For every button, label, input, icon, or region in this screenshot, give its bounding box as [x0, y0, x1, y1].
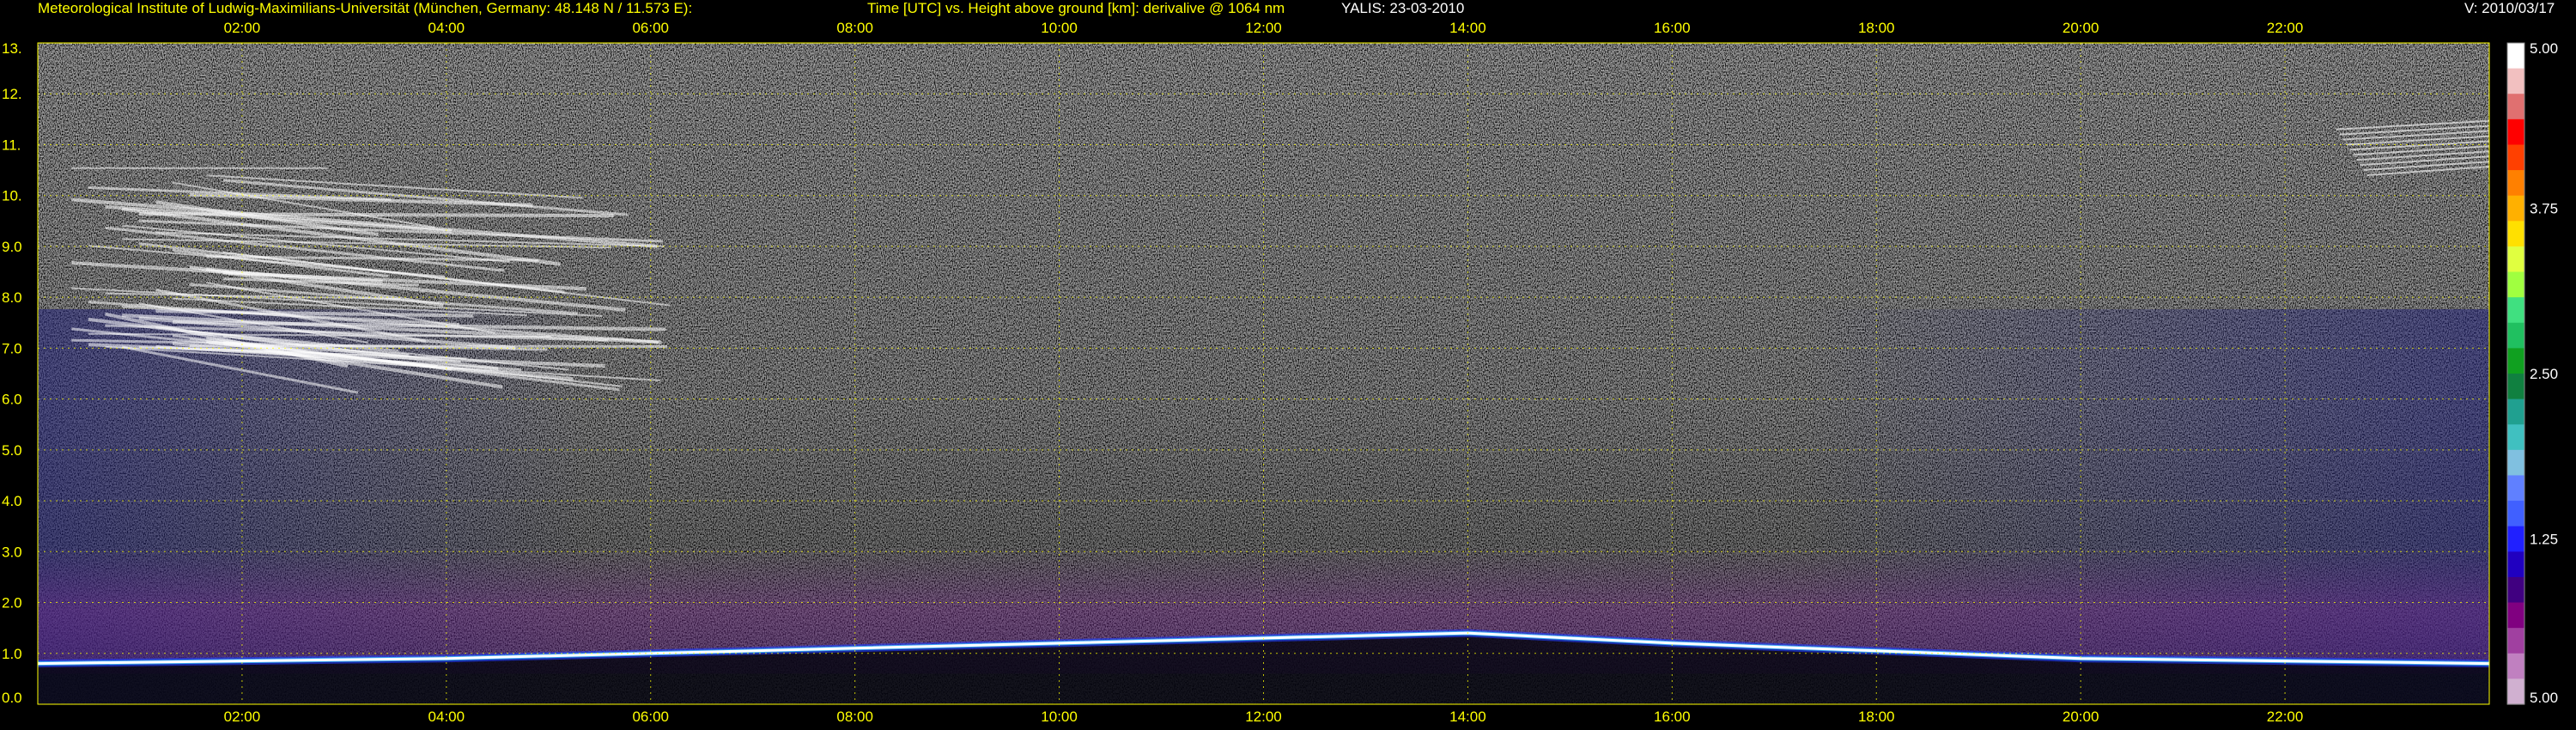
colorbar-label: 3.75 [2530, 201, 2558, 217]
colorbar-label: 5.00 [2530, 40, 2558, 57]
colorbar-swatch [2507, 94, 2524, 120]
x-tick-label-top: 18:00 [1858, 20, 1895, 36]
colorbar-swatch [2507, 297, 2524, 324]
y-tick-label: 1.0 [2, 646, 22, 662]
colorbar-swatch [2507, 221, 2524, 247]
y-tick-label: 8.0 [2, 289, 22, 306]
colorbar-label: 5.00 [2530, 690, 2558, 706]
y-tick-label: 11. [2, 137, 21, 153]
x-tick-label-top: 10:00 [1041, 20, 1078, 36]
y-tick-label: 5.0 [2, 442, 22, 459]
colorbar-swatch [2507, 678, 2524, 705]
x-tick-label-top: 04:00 [428, 20, 465, 36]
colorbar-swatch [2507, 246, 2524, 273]
x-tick-label-bottom: 10:00 [1041, 709, 1078, 725]
colorbar-swatch [2507, 576, 2524, 604]
colorbar-swatch [2507, 43, 2524, 70]
y-tick-label: 0.0 [2, 690, 22, 706]
y-tick-label: 9.0 [2, 239, 22, 255]
colorbar-swatch [2507, 348, 2524, 374]
x-tick-label-top: 22:00 [2267, 20, 2304, 36]
colorbar-swatch [2507, 68, 2524, 94]
colorbar-swatch [2507, 271, 2524, 298]
x-tick-label-top: 06:00 [632, 20, 669, 36]
colorbar-swatch [2507, 170, 2524, 197]
colorbar: 5.00 3.75 2.50 1.25 5.00 [2506, 40, 2558, 706]
y-tick-label: 13. [2, 40, 22, 57]
colorbar-swatch [2507, 322, 2524, 349]
colorbar-swatch [2507, 374, 2524, 400]
colorbar-swatch [2507, 119, 2524, 146]
colorbar-swatch [2507, 144, 2524, 171]
y-tick-label: 10. [2, 188, 22, 204]
colorbar-label: 2.50 [2530, 366, 2558, 382]
x-tick-label-top: 20:00 [2063, 20, 2099, 36]
x-tick-label-bottom: 08:00 [836, 709, 873, 725]
x-tick-label-bottom: 16:00 [1654, 709, 1691, 725]
colorbar-swatch [2507, 475, 2524, 502]
x-tick-label-top: 16:00 [1654, 20, 1691, 36]
colorbar-swatch [2507, 526, 2524, 552]
x-tick-label-bottom: 18:00 [1858, 709, 1895, 725]
colorbar-swatch [2507, 602, 2524, 629]
colorbar-swatch [2507, 398, 2524, 425]
colorbar-swatch [2507, 424, 2524, 451]
y-tick-label: 4.0 [2, 493, 22, 509]
y-tick-label: 3.0 [2, 544, 22, 560]
y-tick-label: 2.0 [2, 595, 22, 611]
colorbar-label: 1.25 [2530, 532, 2558, 548]
colorbar-swatch [2507, 501, 2524, 527]
x-tick-label-top: 08:00 [836, 20, 873, 36]
x-tick-label-top: 12:00 [1245, 20, 1282, 36]
colorbar-swatch [2507, 551, 2524, 578]
x-tick-label-bottom: 12:00 [1245, 709, 1282, 725]
x-tick-label-bottom: 04:00 [428, 709, 465, 725]
colorbar-swatch [2507, 653, 2524, 679]
colorbar-swatch [2507, 628, 2524, 654]
colorbar-swatch [2507, 195, 2524, 222]
y-axis: 0.0 1.0 2.0 3.0 4.0 5.0 6.0 7.0 8.0 9.0 10. 11. 12. 1… [2, 40, 22, 706]
x-tick-label-bottom: 14:00 [1449, 709, 1486, 725]
x-tick-label-bottom: 20:00 [2063, 709, 2099, 725]
x-tick-label-top: 02:00 [224, 20, 261, 36]
y-tick-label: 12. [2, 86, 22, 102]
y-tick-label: 6.0 [2, 392, 22, 408]
x-tick-label-bottom: 06:00 [632, 709, 669, 725]
x-tick-label-bottom: 22:00 [2267, 709, 2304, 725]
y-tick-label: 7.0 [2, 340, 22, 356]
lidar-chart: 02:00 02:00 04:00 04:00 06:00 06:00 08:00 08:00… [2, 20, 2558, 725]
x-tick-label-bottom: 02:00 [224, 709, 261, 725]
colorbar-swatch [2507, 449, 2524, 477]
x-tick-label-top: 14:00 [1449, 20, 1486, 36]
